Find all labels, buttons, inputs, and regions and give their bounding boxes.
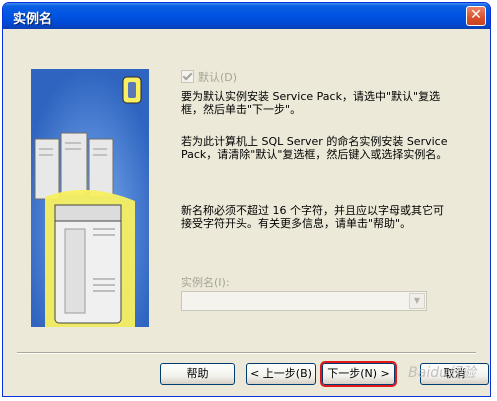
instance-name-combobox[interactable]: ▼ (181, 291, 427, 311)
instance-name-label: 实例名(I): (181, 276, 230, 289)
close-button[interactable]: ✕ (466, 6, 486, 26)
close-icon: ✕ (470, 7, 482, 23)
instance-name-dialog: 实例名 ✕ 默认(D) 要为默认实例安装 Service Pack，请选中"默认… (2, 2, 491, 397)
help-button[interactable]: 帮助 (160, 363, 235, 385)
instructions-name-rules: 新名称必须不超过 16 个字符，并且应以字母或其它可接受字符开头。有关更多信息，… (181, 204, 444, 230)
title-bar[interactable]: 实例名 ✕ (3, 3, 490, 29)
default-checkbox[interactable]: 默认(D) (181, 69, 237, 85)
dialog-body: 默认(D) 要为默认实例安装 Service Pack，请选中"默认"复选框，然… (7, 31, 489, 392)
instructions-named-instance: 若为此计算机上 SQL Server 的命名实例安装 Service Pack，… (181, 135, 448, 161)
checkbox-check-icon[interactable] (181, 70, 194, 83)
back-button[interactable]: < 上一步(B) (246, 363, 316, 385)
instructions-default: 要为默认实例安装 Service Pack，请选中"默认"复选框，然后单击"下一… (181, 90, 441, 116)
default-checkbox-label: 默认(D) (198, 71, 238, 84)
button-separator (17, 352, 476, 354)
window-title: 实例名 (13, 12, 53, 27)
sql-server-computer-illustration (31, 69, 149, 327)
baidu-watermark: Baidu经验 (408, 365, 476, 381)
dropdown-arrow-icon[interactable]: ▼ (409, 293, 425, 309)
next-button[interactable]: 下一步(N) > (320, 361, 397, 387)
server-icon (31, 69, 149, 327)
